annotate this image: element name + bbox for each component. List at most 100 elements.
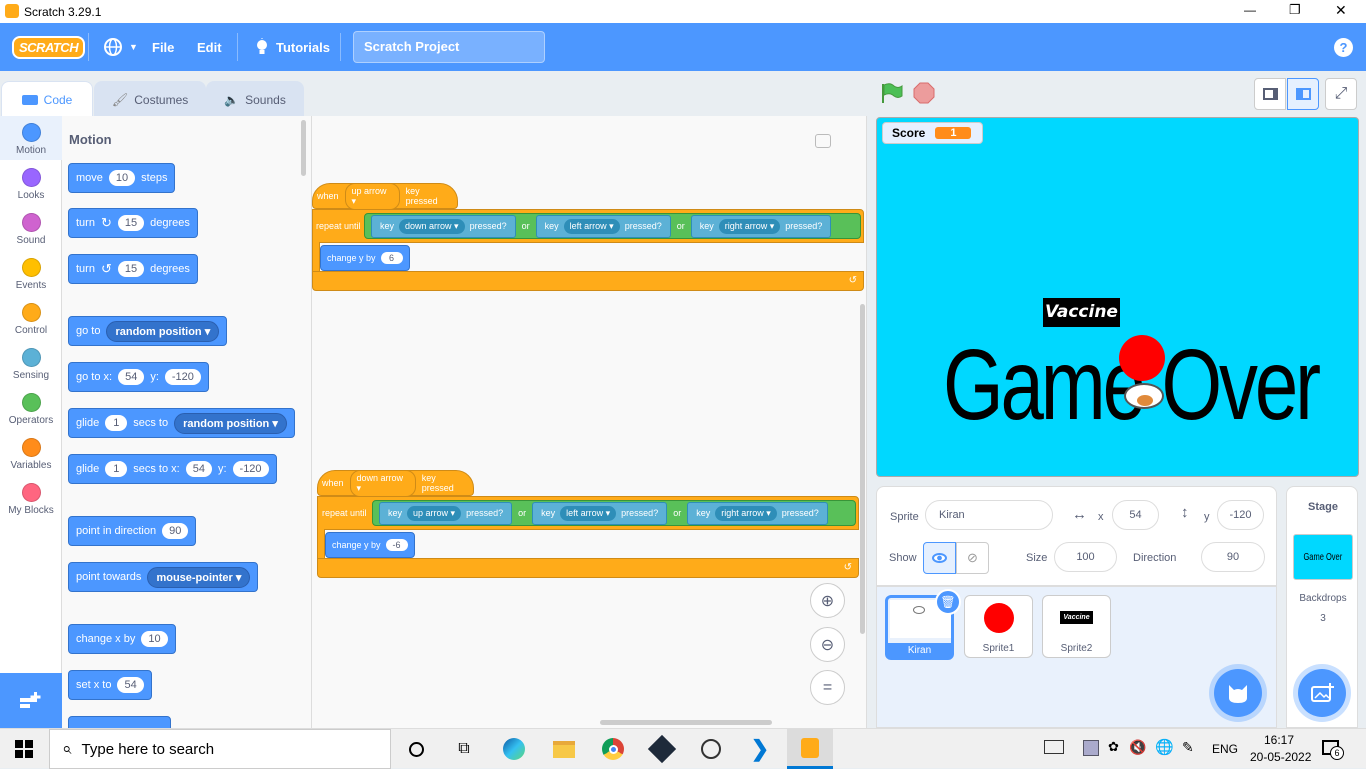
category-looks[interactable]: Looks <box>0 168 62 201</box>
workspace-v-scrollbar[interactable] <box>860 304 865 634</box>
key-pressed-sensing[interactable]: key down arrow ▾ pressed? <box>371 214 516 238</box>
when-key-pressed-hat[interactable]: when down arrow ▾ key pressed <box>317 469 474 497</box>
chrome-button[interactable] <box>599 735 627 763</box>
glide-dropdown[interactable]: random position ▾ <box>174 412 287 434</box>
app-button-1[interactable] <box>647 734 677 764</box>
category-operators[interactable]: Operators <box>0 393 62 426</box>
y-input[interactable]: -120 <box>164 369 201 385</box>
language-menu[interactable]: ▼ <box>103 23 138 71</box>
point-towards-block[interactable]: point towards mouse-pointer ▾ <box>68 562 259 592</box>
app-button-2[interactable] <box>697 735 725 763</box>
language-indicator[interactable]: ENG <box>1212 742 1238 756</box>
category-control[interactable]: Control <box>0 303 62 336</box>
scratch-logo[interactable]: SCRATCH <box>12 23 86 71</box>
goto-dropdown[interactable]: random position ▾ <box>106 320 220 342</box>
tutorials-button[interactable]: Tutorials <box>254 23 330 71</box>
go-to-xy-block[interactable]: go to x: 54 y: -120 <box>68 362 209 392</box>
zoom-reset-button[interactable]: = <box>810 670 845 705</box>
size-input[interactable]: 100 <box>1054 542 1117 572</box>
tray-icon-1[interactable] <box>1044 740 1064 754</box>
category-sound[interactable]: Sound <box>0 213 62 246</box>
workspace-h-scrollbar[interactable] <box>600 720 772 725</box>
glide-xy-block[interactable]: glide 1 secs to x: 54 y: -120 <box>68 454 277 484</box>
direction-input[interactable]: 90 <box>1201 542 1265 572</box>
tray-icon-3[interactable]: ✿ <box>1108 739 1119 755</box>
zoom-in-button[interactable]: ⊕ <box>810 583 845 618</box>
cortana-button[interactable] <box>402 735 430 763</box>
green-flag-button[interactable] <box>880 82 904 104</box>
towards-dropdown[interactable]: mouse-pointer ▾ <box>147 566 251 588</box>
normal-stage-button[interactable] <box>1287 78 1319 110</box>
sprite-name-input[interactable]: Kiran <box>925 500 1053 530</box>
fullscreen-button[interactable]: ⤢ <box>1325 78 1357 110</box>
change-y-input[interactable]: -6 <box>385 539 408 551</box>
stage-canvas[interactable]: Score 1 Vaccine Game Over <box>876 117 1359 477</box>
secs-input[interactable]: 1 <box>105 461 128 477</box>
key-dropdown[interactable]: right arrow ▾ <box>718 218 781 234</box>
close-button[interactable]: ✕ <box>1335 2 1347 19</box>
add-extension-button[interactable] <box>0 673 62 728</box>
change-x-block[interactable]: change x by 10 <box>68 624 176 654</box>
x-input[interactable]: 54 <box>185 461 212 477</box>
category-events[interactable]: Events <box>0 258 62 291</box>
key-pressed-sensing[interactable]: key left arrow ▾ pressed? <box>535 214 671 238</box>
tab-code[interactable]: Code <box>1 81 93 118</box>
key-dropdown[interactable]: down arrow ▾ <box>399 218 465 234</box>
show-visible-button[interactable] <box>923 542 956 574</box>
show-hidden-button[interactable]: ⊘ <box>956 542 989 574</box>
zoom-out-button[interactable]: ⊖ <box>810 627 845 662</box>
stage-thumb[interactable]: Game Over <box>1293 534 1353 580</box>
choose-backdrop-button[interactable] <box>1298 669 1346 717</box>
when-key-pressed-hat[interactable]: when up arrow ▾ key pressed <box>312 182 458 210</box>
scratch-taskbar-button[interactable] <box>787 729 833 769</box>
y-input[interactable]: -120 <box>1217 500 1264 530</box>
sprite-thumb-sprite2[interactable]: Vaccine Sprite2 <box>1042 595 1111 658</box>
partial-block[interactable] <box>68 716 171 728</box>
key-dropdown[interactable]: right arrow ▾ <box>715 505 777 521</box>
x-input[interactable]: 54 <box>1112 500 1159 530</box>
or-operator-block[interactable]: key down arrow ▾ pressed? or key left arrow… <box>364 213 861 239</box>
start-button[interactable] <box>10 735 38 763</box>
tray-icon-2[interactable] <box>1083 740 1099 756</box>
move-steps-block[interactable]: move 10 steps <box>68 163 176 193</box>
change-y-block[interactable]: change y by 6 <box>320 245 410 271</box>
change-x-input[interactable]: 10 <box>141 631 168 647</box>
choose-sprite-button[interactable] <box>1214 669 1262 717</box>
category-variables[interactable]: Variables <box>0 438 62 471</box>
key-dropdown[interactable]: left arrow ▾ <box>563 218 620 234</box>
category-my-blocks[interactable]: My Blocks <box>0 483 62 516</box>
key-pressed-sensing[interactable]: key right arrow ▾ pressed? <box>687 501 828 525</box>
sprite-thumb-sprite1[interactable]: Sprite1 <box>964 595 1033 658</box>
category-sensing[interactable]: Sensing <box>0 348 62 381</box>
change-y-input[interactable]: 6 <box>380 252 403 264</box>
key-dropdown[interactable]: left arrow ▾ <box>560 505 617 521</box>
category-motion[interactable]: Motion <box>0 123 62 156</box>
file-explorer-button[interactable] <box>550 735 578 763</box>
maximize-button[interactable]: ❐ <box>1289 2 1301 18</box>
project-title-input[interactable]: Scratch Project <box>353 31 545 63</box>
key-pressed-sensing[interactable]: key right arrow ▾ pressed? <box>690 214 832 238</box>
glide-random-block[interactable]: glide 1 secs to random position ▾ <box>68 408 295 438</box>
edit-menu[interactable]: Edit <box>197 23 222 71</box>
or-operator-block[interactable]: key up arrow ▾ pressed? or key left arrow ▾… <box>372 500 856 526</box>
x-input[interactable]: 54 <box>118 369 145 385</box>
taskbar-search[interactable]: ⌕ Type here to search <box>49 729 391 769</box>
edge-button[interactable] <box>500 735 528 763</box>
minimize-button[interactable]: — <box>1244 3 1256 17</box>
stop-button[interactable] <box>913 82 935 104</box>
notification-button[interactable]: 6 <box>1322 738 1344 760</box>
direction-input[interactable]: 90 <box>162 523 189 539</box>
tab-costumes[interactable]: 🖌 Costumes <box>94 81 206 117</box>
change-y-block[interactable]: change y by -6 <box>325 532 415 558</box>
help-button[interactable]: ? <box>1334 38 1353 57</box>
go-to-block[interactable]: go to random position ▾ <box>68 316 228 346</box>
volume-muted-icon[interactable]: 🔇 <box>1129 739 1146 756</box>
small-stage-button[interactable] <box>1254 78 1286 110</box>
degrees-input[interactable]: 15 <box>117 215 145 231</box>
point-direction-block[interactable]: point in direction 90 <box>68 516 197 546</box>
degrees-input[interactable]: 15 <box>117 261 145 277</box>
palette-scrollbar[interactable] <box>301 120 306 176</box>
steps-input[interactable]: 10 <box>108 170 136 186</box>
vscode-button[interactable]: ❯ <box>746 735 774 763</box>
set-x-input[interactable]: 54 <box>117 677 144 693</box>
